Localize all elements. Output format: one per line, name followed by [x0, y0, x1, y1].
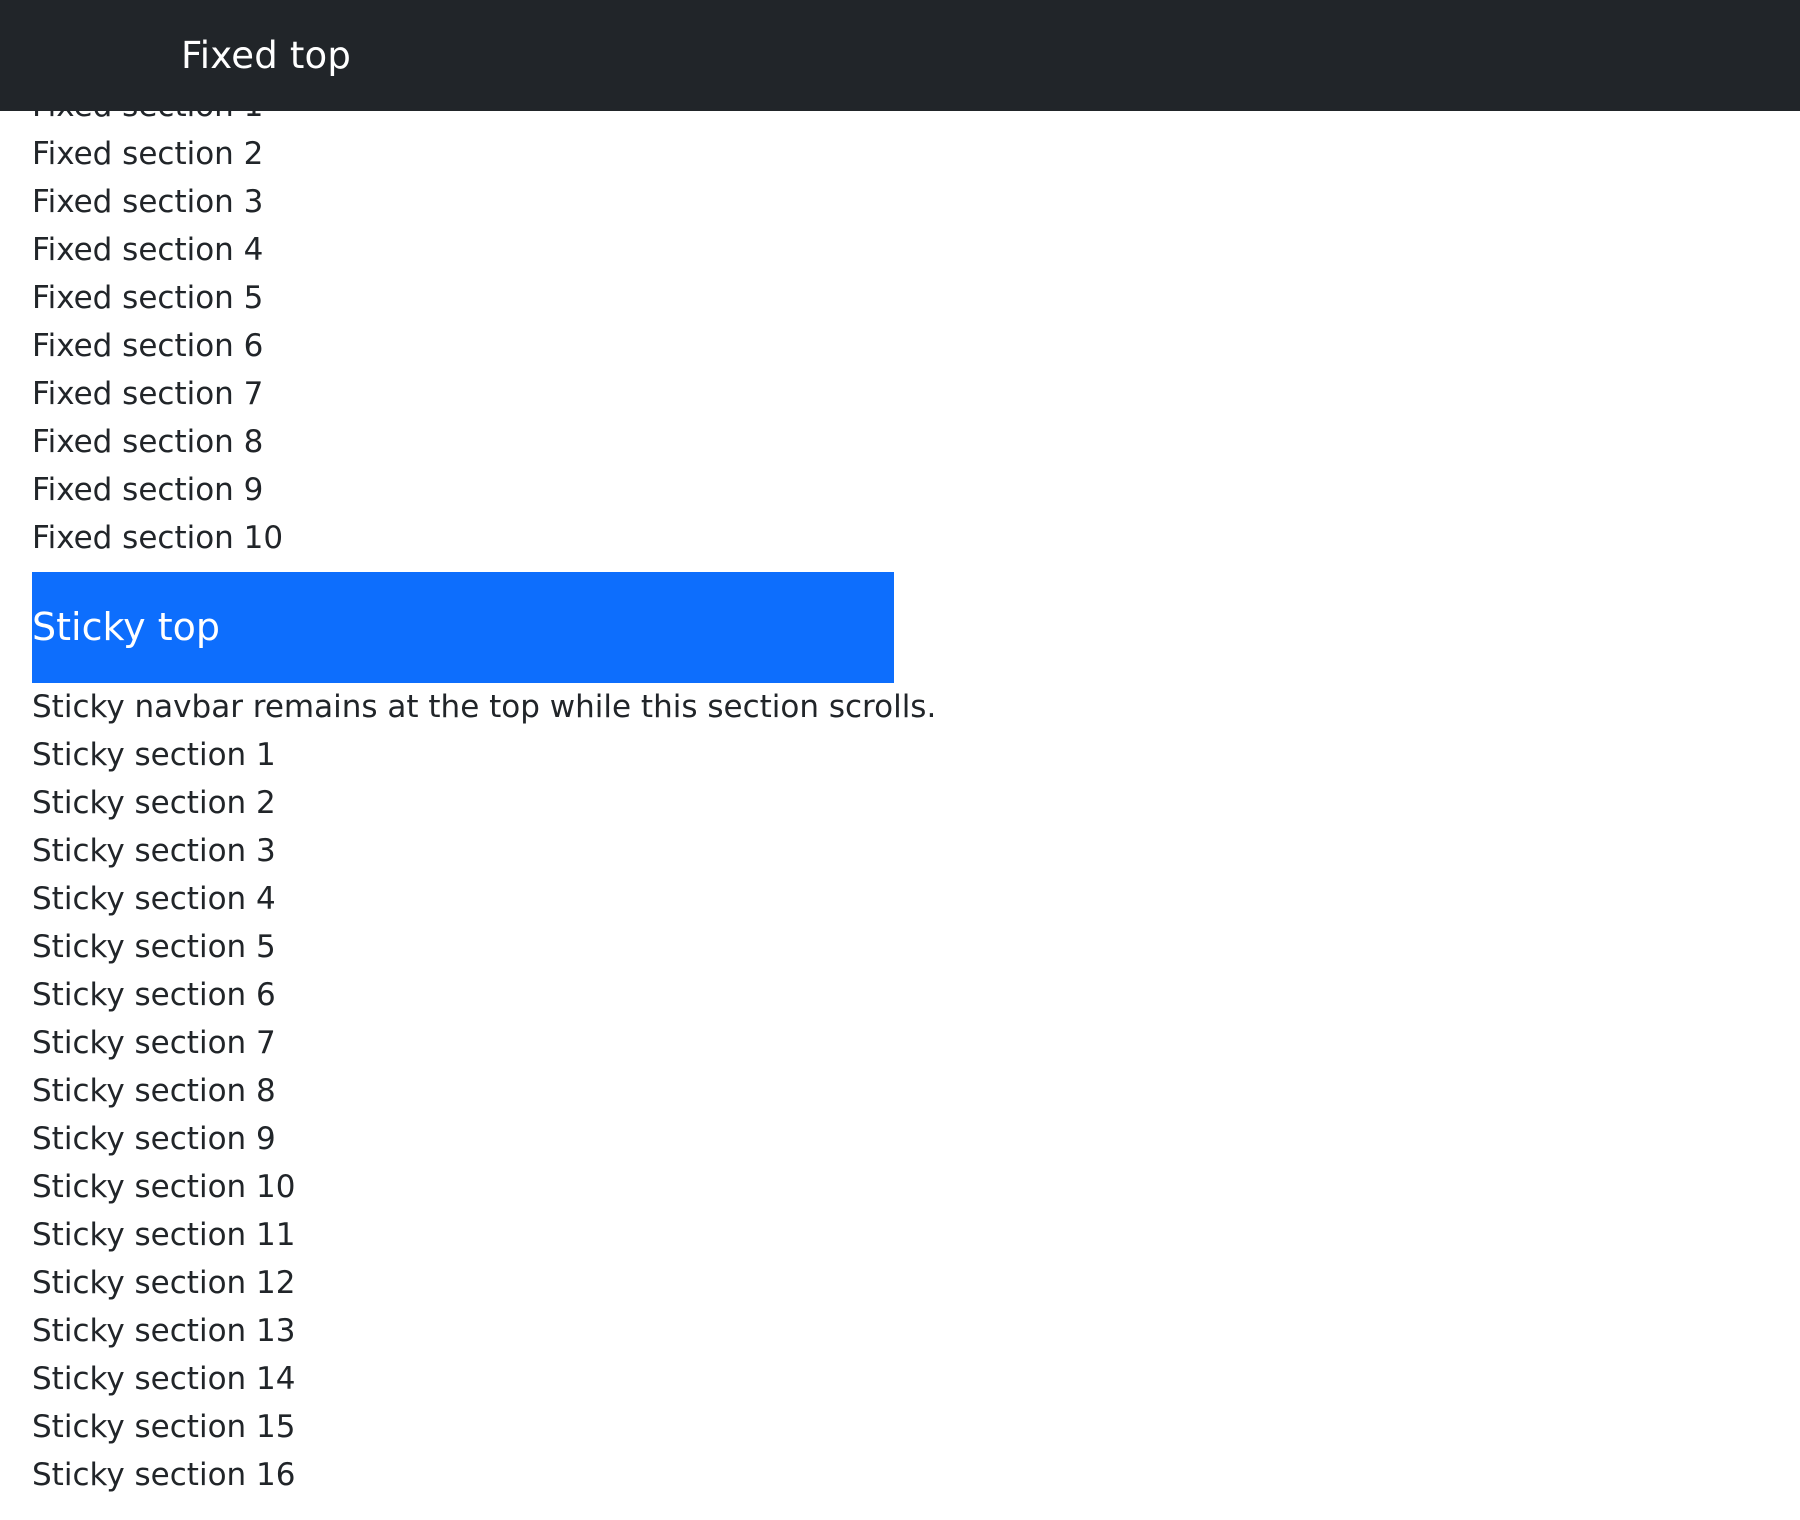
- fixed-section-3: Fixed section 3: [32, 184, 264, 220]
- fixed-top-navbar: Fixed top: [0, 0, 1800, 111]
- fixed-section-8: Fixed section 8: [32, 424, 264, 460]
- sticky-section-8: Sticky section 8: [32, 1073, 276, 1109]
- sticky-section-1: Sticky section 1: [32, 737, 276, 773]
- sticky-section-13: Sticky section 13: [32, 1313, 296, 1349]
- fixed-top-brand-link[interactable]: Fixed top: [181, 0, 351, 111]
- fixed-section-4: Fixed section 4: [32, 232, 264, 268]
- sticky-top-brand-link[interactable]: Sticky top: [32, 572, 220, 683]
- sticky-section-3: Sticky section 3: [32, 833, 276, 869]
- sticky-section-5: Sticky section 5: [32, 929, 276, 965]
- fixed-section-9: Fixed section 9: [32, 472, 264, 508]
- sticky-sections-list: Sticky navbar remains at the top while t…: [32, 683, 1772, 1499]
- fixed-section-7: Fixed section 7: [32, 376, 264, 412]
- fixed-section-5: Fixed section 5: [32, 280, 264, 316]
- fixed-section-2: Fixed section 2: [32, 136, 264, 172]
- sticky-section-2: Sticky section 2: [32, 785, 276, 821]
- fixed-sections-list: Fixed section 1 Fixed section 2 Fixed se…: [32, 82, 1772, 562]
- fixed-section-6: Fixed section 6: [32, 328, 264, 364]
- sticky-section-15: Sticky section 15: [32, 1409, 296, 1445]
- sticky-section-6: Sticky section 6: [32, 977, 276, 1013]
- sticky-section-9: Sticky section 9: [32, 1121, 276, 1157]
- sticky-intro-text: Sticky navbar remains at the top while t…: [32, 689, 937, 725]
- fixed-section-10: Fixed section 10: [32, 520, 284, 556]
- sticky-section-12: Sticky section 12: [32, 1265, 296, 1301]
- main-content: Fixed section 1 Fixed section 2 Fixed se…: [32, 82, 1772, 1499]
- sticky-section-16: Sticky section 16: [32, 1457, 296, 1493]
- sticky-section-10: Sticky section 10: [32, 1169, 296, 1205]
- sticky-section-7: Sticky section 7: [32, 1025, 276, 1061]
- page: Fixed top Fixed section 1 Fixed section …: [0, 0, 1800, 1520]
- sticky-section-11: Sticky section 11: [32, 1217, 296, 1253]
- sticky-section-14: Sticky section 14: [32, 1361, 296, 1397]
- sticky-section-4: Sticky section 4: [32, 881, 276, 917]
- sticky-top-navbar: Sticky top: [32, 572, 894, 683]
